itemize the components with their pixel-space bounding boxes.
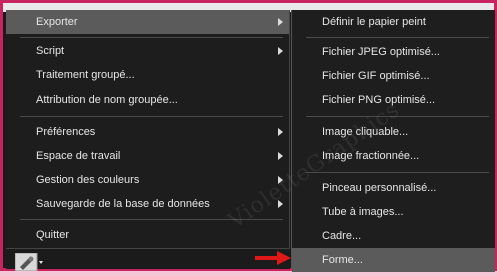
menu-item-exporter[interactable]: Exporter bbox=[6, 10, 289, 34]
submenu-arrow-icon bbox=[278, 128, 283, 136]
menu-item-label: Gestion des couleurs bbox=[36, 174, 140, 186]
menu-item-traitement-groupe[interactable]: Traitement groupé... bbox=[6, 63, 289, 87]
submenu-item-forme[interactable]: Forme... bbox=[292, 248, 495, 272]
submenu-item-label: Fichier GIF optimisé... bbox=[322, 70, 430, 82]
submenu-item-papier-peint[interactable]: Définir le papier peint bbox=[292, 10, 495, 34]
menu-item-attribution-nom-groupee[interactable]: Attribution de nom groupée... bbox=[6, 88, 289, 112]
menu-item-gestion-couleurs[interactable]: Gestion des couleurs bbox=[6, 168, 289, 192]
export-submenu: Définir le papier peint Fichier JPEG opt… bbox=[291, 10, 495, 272]
red-arrow-icon bbox=[255, 251, 291, 265]
menu-item-preferences[interactable]: Préférences bbox=[6, 120, 289, 144]
menu-item-label: Script bbox=[36, 45, 65, 57]
menu-item-label: Attribution de nom groupée... bbox=[36, 94, 178, 106]
submenu-arrow-icon bbox=[278, 152, 283, 160]
window-frame: Exporter Script Traitement groupé... Att… bbox=[0, 0, 497, 272]
menu-item-label: Sauvegarde de la base de données bbox=[36, 198, 210, 210]
separator bbox=[306, 172, 489, 173]
menu-item-script[interactable]: Script bbox=[6, 39, 289, 63]
submenu-item-cadre[interactable]: Cadre... bbox=[292, 224, 495, 248]
submenu-item-gif[interactable]: Fichier GIF optimisé... bbox=[292, 64, 495, 88]
tool-dropdown-button[interactable] bbox=[14, 252, 45, 272]
submenu-item-label: Forme... bbox=[322, 254, 363, 266]
bottom-toolbar bbox=[6, 248, 290, 272]
submenu-arrow-icon bbox=[278, 47, 283, 55]
submenu-item-jpeg[interactable]: Fichier JPEG optimisé... bbox=[292, 40, 495, 64]
submenu-item-label: Tube à images... bbox=[322, 206, 404, 218]
menu-item-label: Exporter bbox=[36, 16, 78, 28]
separator bbox=[20, 37, 283, 38]
separator bbox=[306, 37, 489, 38]
brush-icon bbox=[14, 252, 43, 272]
menu-item-espace-de-travail[interactable]: Espace de travail bbox=[6, 144, 289, 168]
submenu-item-label: Cadre... bbox=[322, 230, 362, 242]
submenu-item-label: Pinceau personnalisé... bbox=[322, 182, 437, 194]
menu-item-label: Quitter bbox=[36, 229, 70, 241]
separator bbox=[20, 116, 283, 117]
menu-item-label: Espace de travail bbox=[36, 150, 121, 162]
submenu-item-label: Définir le papier peint bbox=[322, 16, 426, 28]
submenu-item-tube[interactable]: Tube à images... bbox=[292, 200, 495, 224]
menu-item-label: Traitement groupé... bbox=[36, 69, 135, 81]
submenu-arrow-icon bbox=[278, 18, 283, 26]
menu-item-label: Préférences bbox=[36, 126, 96, 138]
submenu-item-label: Fichier JPEG optimisé... bbox=[322, 46, 440, 58]
submenu-item-pinceau[interactable]: Pinceau personnalisé... bbox=[292, 176, 495, 200]
